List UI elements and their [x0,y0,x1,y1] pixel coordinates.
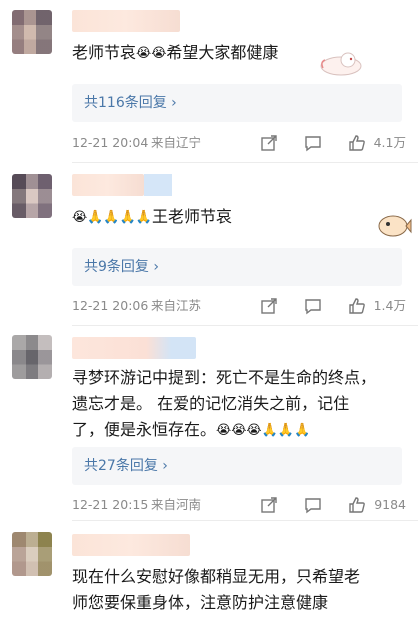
username-blurred[interactable] [72,10,180,32]
fish-sticker-icon [378,215,412,237]
divider [72,325,418,326]
avatar[interactable] [12,335,52,379]
cat-sticker-icon [320,52,362,76]
thumbs-up-icon[interactable] [348,134,366,152]
divider [72,520,418,521]
crying-emoji-icon: 😭😭 [136,46,167,61]
share-icon[interactable] [260,496,278,514]
thumbs-up-icon[interactable] [348,496,366,514]
comment-item: 现在什么安慰好像都稍显无用，只希望老 师您要保重身体，注意防护注意健康 [0,522,418,640]
comment-item: 寻梦环游记中提到：死亡不是生命的终点， 遗忘才是。 在爱的记忆消失之前，记住 了… [0,327,418,517]
comment-icon[interactable] [304,134,322,152]
comment-text: 现在什么安慰好像都稍显无用，只希望老 师您要保重身体，注意防护注意健康 [72,567,361,612]
comment-item: 😭🙏🙏🙏🙏王老师节哀 共9条回复 › 12-21 20:06 来自江苏 1.4万 [0,164,418,324]
reply-thread-button[interactable]: 共116条回复 › [72,84,402,122]
thumbs-up-icon[interactable] [348,297,366,315]
comment-item: 老师节哀😭😭希望大家都健康 共116条回复 › 12-21 20:04 来自辽宁… [0,0,418,160]
comment-text: 寻梦环游记中提到：死亡不是生命的终点， 遗忘才是。 在爱的记忆消失之前，记住 了… [72,368,377,439]
reply-thread-button[interactable]: 共9条回复 › [72,248,402,286]
timestamp: 12-21 20:04 [72,135,149,150]
share-icon[interactable] [260,297,278,315]
like-count: 4.1万 [373,135,406,150]
avatar[interactable] [12,10,52,54]
avatar[interactable] [12,174,52,218]
comment-icon[interactable] [304,297,322,315]
username-blurred[interactable] [72,337,196,359]
comment-meta: 12-21 20:15 来自河南 9184 [72,494,406,516]
timestamp: 12-21 20:15 [72,497,149,512]
comment-text: 😭🙏🙏🙏🙏王老师节哀 [72,207,232,226]
timestamp: 12-21 20:06 [72,298,149,313]
like-count: 1.4万 [373,298,406,313]
pray-emoji-icon: 😭🙏🙏🙏🙏 [72,210,152,225]
reply-thread-button[interactable]: 共27条回复 › [72,447,402,485]
avatar[interactable] [12,532,52,576]
like-count: 9184 [374,497,406,512]
username-blurred[interactable] [72,174,172,196]
crying-emoji-icon: 😭😭😭🙏🙏🙏 [216,423,311,438]
location: 来自辽宁 [151,135,202,150]
comment-meta: 12-21 20:06 来自江苏 1.4万 [72,295,406,317]
username-blurred[interactable] [72,534,190,556]
comment-icon[interactable] [304,496,322,514]
divider [72,162,418,163]
comment-meta: 12-21 20:04 来自辽宁 4.1万 [72,132,406,154]
share-icon[interactable] [260,134,278,152]
location: 来自江苏 [151,298,202,313]
location: 来自河南 [151,497,202,512]
